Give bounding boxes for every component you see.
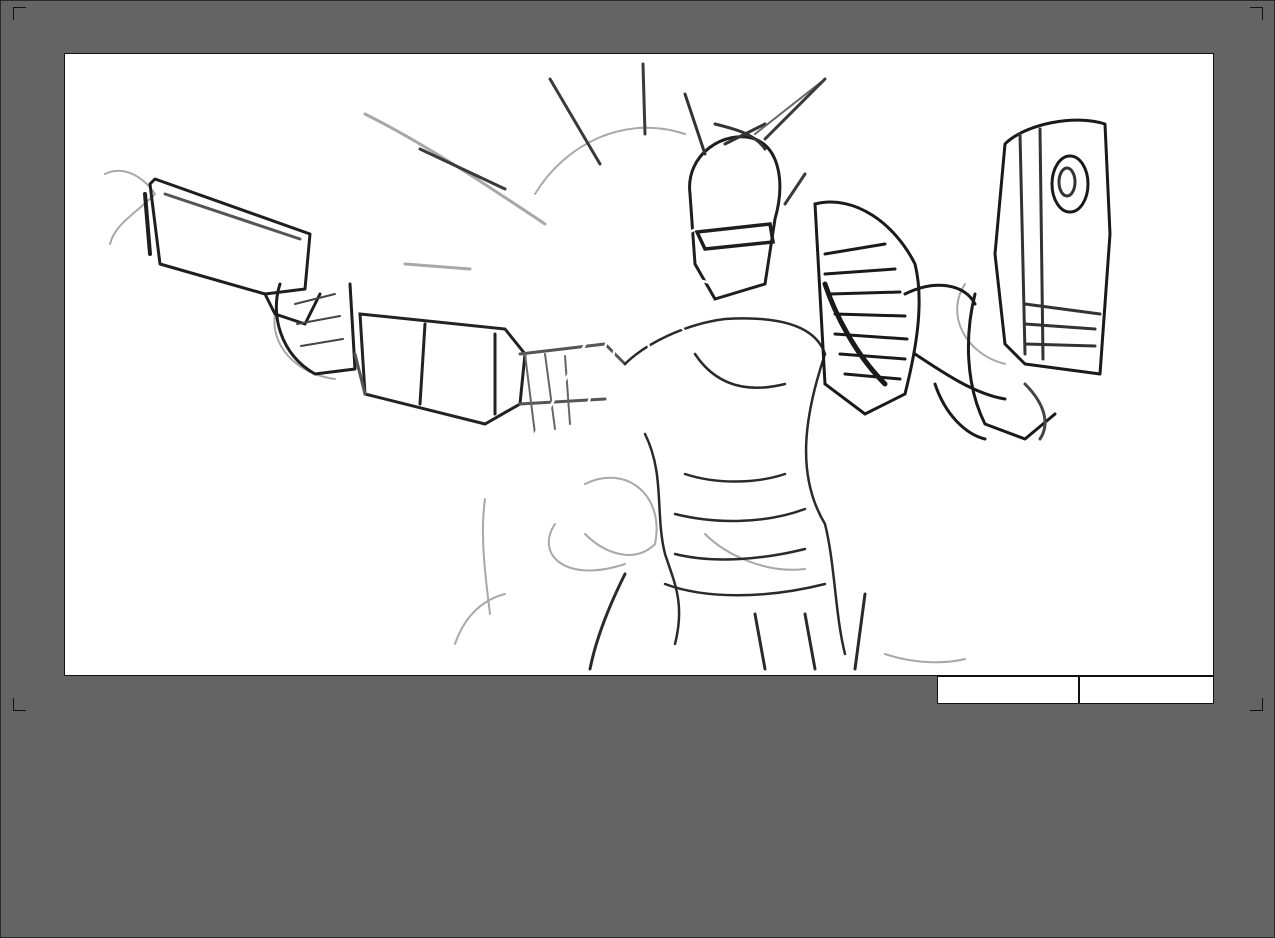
muzzle-flash xyxy=(533,172,717,436)
pistol-sketch xyxy=(143,177,357,376)
shield-sketch xyxy=(966,118,1112,441)
crop-mark-bottom-left xyxy=(13,698,26,711)
scene-number-box[interactable] xyxy=(937,676,1079,704)
extended-arm-sketch xyxy=(353,312,627,435)
construction-lines xyxy=(104,112,1006,664)
crop-mark-bottom-right xyxy=(1250,698,1263,711)
storyboard-panel-frame[interactable] xyxy=(64,53,1214,676)
crop-mark-top-left xyxy=(13,7,26,20)
panel-number-box[interactable] xyxy=(1079,676,1214,704)
sketch-drawing xyxy=(104,62,1112,671)
crop-mark-top-right xyxy=(1250,7,1263,20)
helmet-sketch xyxy=(683,78,826,301)
